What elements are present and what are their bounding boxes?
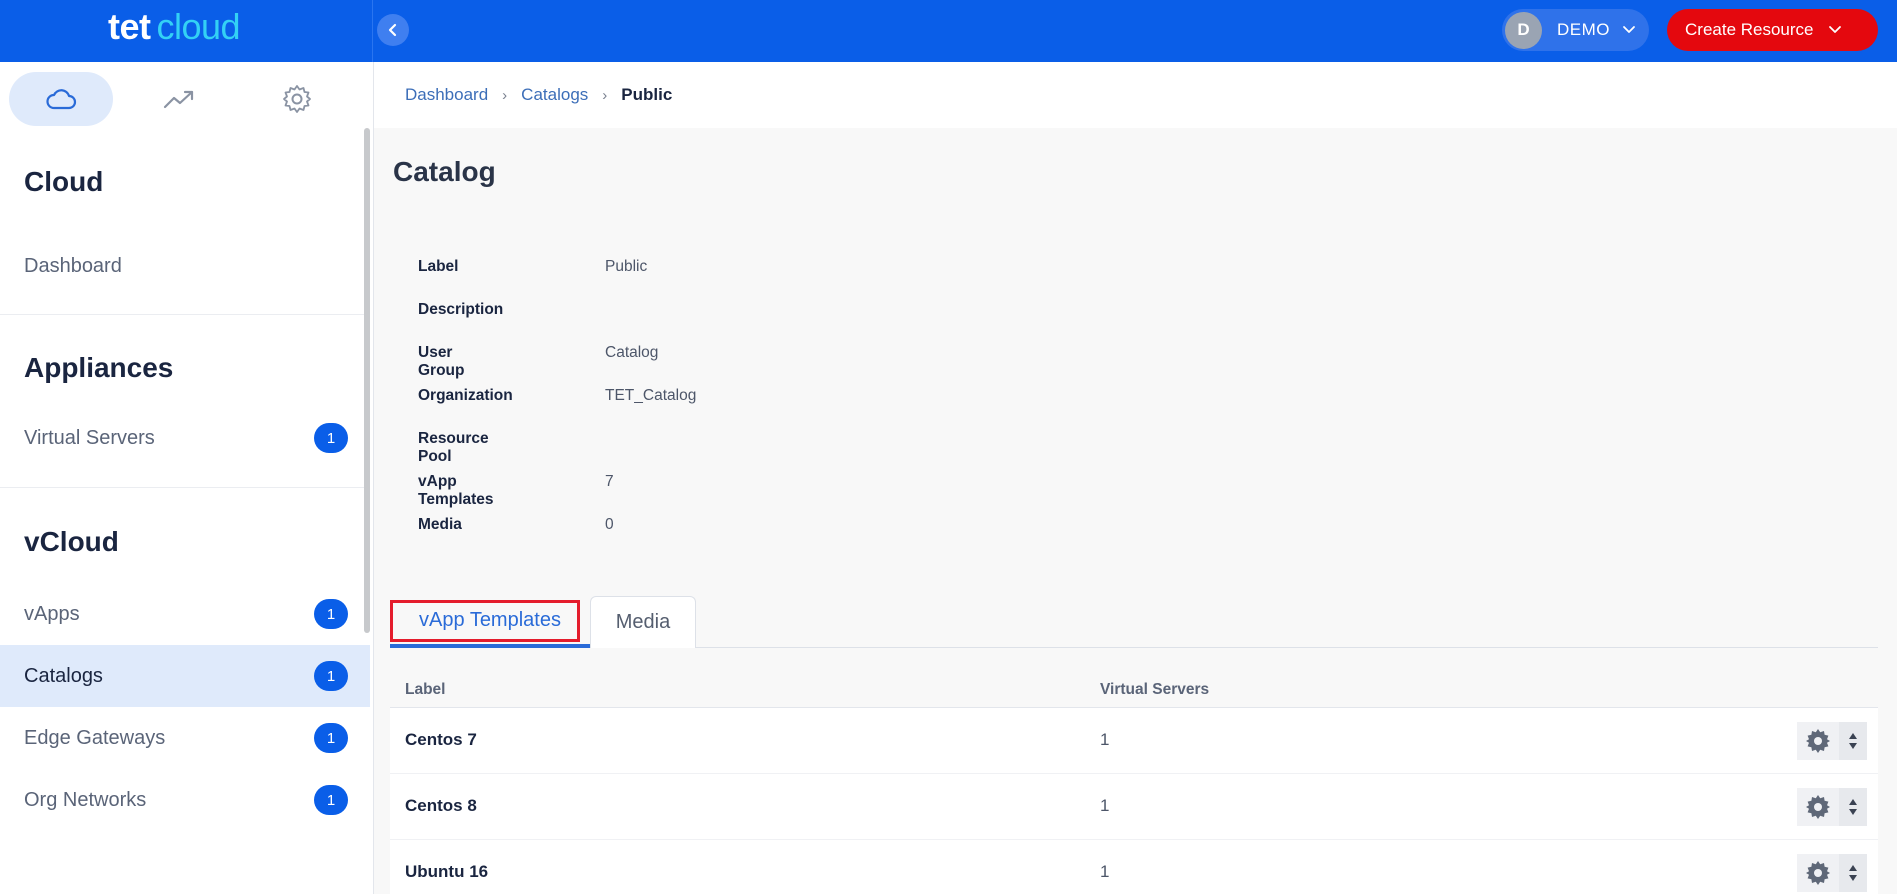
divider [0,487,364,488]
section-title-vcloud: vCloud [24,526,119,557]
sidebar-item-edge-gateways[interactable]: Edge Gateways 1 [0,707,370,769]
section-title-appliances: Appliances [24,352,174,383]
count-badge: 1 [314,723,348,753]
breadcrumb: Dashboard › Catalogs › Public [374,62,1897,128]
sidebar-item-org-networks[interactable]: Org Networks 1 [0,769,370,831]
brand-area: tet cloud [0,0,373,62]
row-settings-button[interactable] [1797,788,1839,826]
sidebar-item-label: vApps [24,602,80,625]
sidebar-item-vapps[interactable]: vApps 1 [0,583,370,645]
avatar: D [1505,11,1542,49]
sidebar-tab-analytics[interactable] [127,72,231,126]
breadcrumb-separator: › [602,86,608,104]
create-resource-label: Create Resource [1685,20,1814,39]
property-value: 0 [605,516,614,533]
property-key: Media [418,516,462,533]
sidebar-item-label: Dashboard [24,254,122,277]
table-header: Label Virtual Servers [390,670,1878,708]
property-value: TET_Catalog [605,387,697,404]
sidebar-item-catalogs[interactable]: Catalogs 1 [0,645,370,707]
highlight-box [390,600,580,642]
row-label[interactable]: Ubuntu 16 [405,862,488,882]
sidebar-tab-cloud[interactable] [9,72,113,126]
sidebar-item-dashboard[interactable]: Dashboard [0,235,370,297]
cloud-icon [46,89,77,110]
property-key: User Group [418,344,465,379]
sidebar-item-label: Virtual Servers [24,426,155,449]
tab-label: Media [615,611,671,633]
count-badge: 1 [314,661,348,691]
table-row[interactable]: Centos 8 1 [390,774,1878,840]
property-value: Catalog [605,344,659,361]
gear-icon [1806,861,1830,885]
row-menu-toggle[interactable] [1839,854,1867,892]
property-value: Public [605,258,648,275]
content-tabs: vApp Templates Media [390,596,1878,648]
chevron-down-icon [1623,26,1635,33]
sidebar: Cloud Dashboard Appliances Virtual Serve… [0,62,374,894]
tab-vapp-templates[interactable]: vApp Templates [390,596,590,648]
create-resource-button[interactable]: Create Resource [1667,9,1878,51]
property-key: Resource Pool [418,430,489,465]
breadcrumb-catalogs[interactable]: Catalogs [521,85,588,105]
gear-icon [1806,729,1830,753]
divider [0,314,364,315]
count-badge: 1 [314,785,348,815]
sidebar-tab-settings[interactable] [245,72,349,126]
sidebar-item-label: Catalogs [24,664,103,687]
count-badge: 1 [314,599,348,629]
collapse-sidebar-button[interactable] [377,14,409,46]
gear-icon [283,85,311,113]
sidebar-scrollbar[interactable] [364,128,370,633]
sort-arrows-icon [1849,733,1857,749]
row-actions [1797,854,1867,892]
column-header-label[interactable]: Label [405,681,445,699]
top-bar: tet cloud D DEMO Create Resource [0,0,1897,62]
sidebar-tabs [0,62,374,128]
row-settings-button[interactable] [1797,722,1839,760]
row-virtual-servers: 1 [1100,862,1110,881]
row-actions [1797,788,1867,826]
table-row[interactable]: Centos 7 1 [390,708,1878,774]
property-value: 7 [605,473,614,490]
sort-arrows-icon [1849,799,1857,815]
row-virtual-servers: 1 [1100,796,1110,815]
tet-cloud-logo[interactable]: tet cloud [108,6,241,48]
property-key: Label [418,258,459,275]
row-menu-toggle[interactable] [1839,788,1867,826]
breadcrumb-current: Public [621,85,673,104]
page-title: Catalog [393,156,496,187]
user-menu[interactable]: D DEMO [1502,9,1649,51]
row-menu-toggle[interactable] [1839,722,1867,760]
user-name: DEMO [1557,20,1610,39]
vapp-templates-table: Label Virtual Servers Centos 7 1 Centos … [390,670,1878,894]
row-settings-button[interactable] [1797,854,1839,892]
chevron-left-icon [388,23,397,37]
tab-media[interactable]: Media [590,596,696,648]
row-label[interactable]: Centos 7 [405,730,477,750]
logo-tet-text: tet [108,6,151,47]
property-key: Organization [418,387,513,404]
logo-cloud-text: cloud [156,6,241,47]
sort-arrows-icon [1849,865,1857,881]
gear-icon [1806,795,1830,819]
property-key: vApp Templates [418,473,494,508]
trending-icon [163,90,194,109]
sidebar-item-label: Edge Gateways [24,726,166,749]
section-title-cloud: Cloud [24,166,104,197]
breadcrumb-dashboard[interactable]: Dashboard [405,85,488,105]
property-key: Description [418,301,504,318]
column-header-virtual-servers[interactable]: Virtual Servers [1100,681,1209,699]
row-actions [1797,722,1867,760]
sidebar-item-virtual-servers[interactable]: Virtual Servers 1 [0,407,370,469]
row-label[interactable]: Centos 8 [405,796,477,816]
table-row[interactable]: Ubuntu 16 1 [390,840,1878,894]
row-virtual-servers: 1 [1100,730,1110,749]
chevron-down-icon [1828,26,1841,33]
count-badge: 1 [314,423,348,453]
breadcrumb-separator: › [502,86,508,104]
sidebar-item-label: Org Networks [24,788,147,811]
